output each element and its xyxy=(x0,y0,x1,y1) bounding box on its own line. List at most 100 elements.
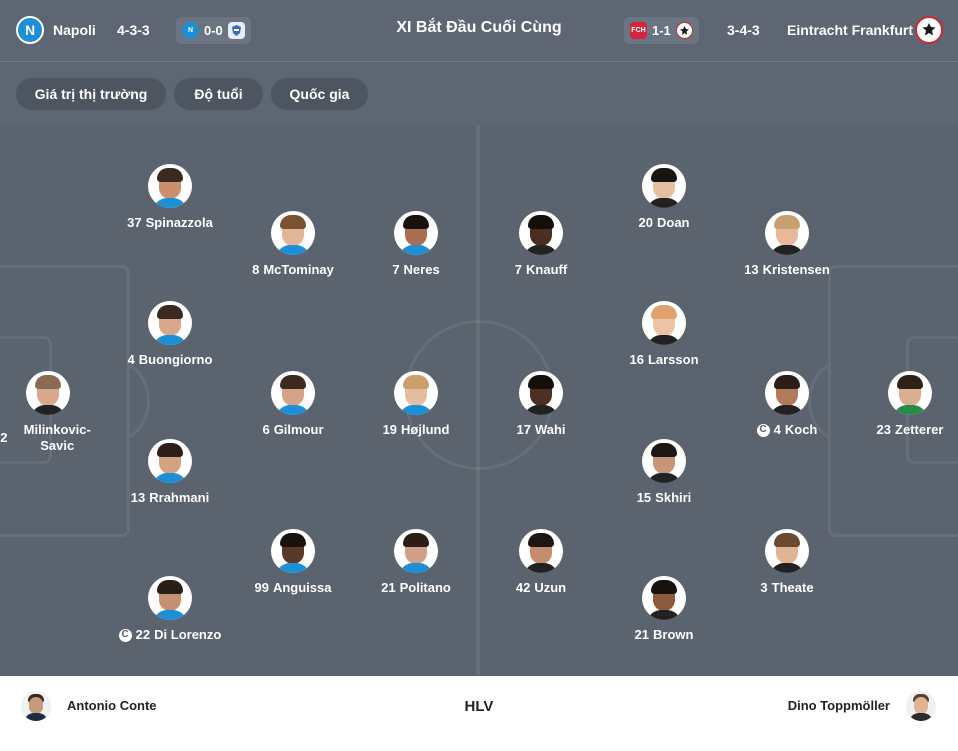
player-number: 22 xyxy=(135,627,151,642)
away-coach-name[interactable]: Dino Toppmöller xyxy=(788,698,890,713)
player-number: 7 xyxy=(514,262,523,277)
player-number: 13 xyxy=(744,262,759,277)
player-label: Larsson xyxy=(647,352,699,367)
player-label: Rrahmani xyxy=(149,490,210,505)
player-avatar[interactable] xyxy=(148,164,192,208)
player-avatar[interactable] xyxy=(148,576,192,620)
player-number: 21 xyxy=(381,580,396,595)
player-label: Koch xyxy=(784,422,818,437)
player-number: 37 xyxy=(127,215,142,230)
filter-nationality-button[interactable]: Quốc gia xyxy=(271,78,368,110)
player-avatar[interactable] xyxy=(765,371,809,415)
player-avatar[interactable] xyxy=(148,439,192,483)
frankfurt-mini-badge-icon xyxy=(675,22,693,39)
player-number: 23 xyxy=(876,422,892,437)
player-name: 13 Rrahmani xyxy=(131,490,209,506)
player-name: 99 Anguissa xyxy=(255,580,332,596)
player-avatar[interactable] xyxy=(765,211,809,255)
player-name: 7 Knauff xyxy=(515,262,567,278)
player-name: 32 Milinkovic-Savic xyxy=(0,422,103,454)
player-avatar[interactable] xyxy=(642,576,686,620)
player-name: 16 Larsson xyxy=(629,352,698,368)
away-player-5[interactable]: 16 Larsson xyxy=(589,301,739,368)
player-avatar[interactable] xyxy=(26,371,70,415)
player-avatar[interactable] xyxy=(642,301,686,345)
player-name: 3 Theate xyxy=(760,580,813,596)
player-name: 4 Buongiorno xyxy=(128,352,213,368)
away-last-score: 1-1 xyxy=(652,23,671,38)
away-last-match-chip[interactable]: FCH 1-1 xyxy=(624,17,699,44)
player-avatar[interactable] xyxy=(394,371,438,415)
player-name: 21 Politano xyxy=(381,580,451,596)
away-player-6[interactable]: 15 Skhiri xyxy=(589,439,739,506)
player-number: 16 xyxy=(629,352,644,367)
player-number: 6 xyxy=(262,422,270,437)
player-name: C 22 Di Lorenzo xyxy=(118,627,222,643)
player-label: McTominay xyxy=(263,262,334,277)
captain-icon: C xyxy=(118,628,132,642)
player-number: 4 xyxy=(127,352,135,367)
away-formation: 3-4-3 xyxy=(727,22,760,38)
player-label: Neres xyxy=(403,262,440,277)
away-player-2[interactable]: 17 Wahi xyxy=(466,371,616,438)
player-avatar[interactable] xyxy=(642,164,686,208)
player-label: Di Lorenzo xyxy=(154,627,222,642)
player-avatar[interactable] xyxy=(394,211,438,255)
frankfurt-badge-icon[interactable] xyxy=(915,16,943,44)
player-avatar[interactable] xyxy=(519,211,563,255)
lineup-header: N Napoli 4-3-3 N 0-0 XI Bắt Đầu Cuối Cùn… xyxy=(0,0,958,62)
player-number: 4 xyxy=(773,422,781,437)
player-avatar[interactable] xyxy=(519,529,563,573)
filter-age-button[interactable]: Độ tuổi xyxy=(174,78,263,110)
player-name: 6 Gilmour xyxy=(262,422,323,438)
away-player-8[interactable]: 13 Kristensen xyxy=(712,211,862,278)
player-avatar[interactable] xyxy=(271,371,315,415)
player-avatar[interactable] xyxy=(394,529,438,573)
home-player-4[interactable]: 13 Rrahmani xyxy=(95,439,245,506)
player-label: Højlund xyxy=(401,422,450,437)
player-number: 13 xyxy=(130,490,146,505)
home-player-3[interactable]: 4 Buongiorno xyxy=(95,301,245,368)
heidenheim-badge-icon: FCH xyxy=(630,22,647,39)
player-number: 15 xyxy=(636,490,652,505)
player-label: Anguissa xyxy=(272,580,332,595)
player-label: Uzun xyxy=(534,580,567,595)
player-number: 3 xyxy=(760,580,768,595)
player-avatar[interactable] xyxy=(271,529,315,573)
player-label: Theate xyxy=(771,580,814,595)
player-label: Doan xyxy=(656,215,690,230)
player-name: 37 Spinazzola xyxy=(127,215,213,231)
player-name: 20 Doan xyxy=(639,215,690,231)
player-name: 42 Uzun xyxy=(516,580,566,596)
player-number: 32 xyxy=(0,430,8,445)
player-label: Wahi xyxy=(534,422,566,437)
player-avatar[interactable] xyxy=(148,301,192,345)
player-name: 17 Wahi xyxy=(516,422,565,438)
player-avatar[interactable] xyxy=(271,211,315,255)
player-name: 7 Neres xyxy=(392,262,439,278)
away-player-10[interactable]: 3 Theate xyxy=(712,529,862,596)
player-name: 13 Kristensen xyxy=(744,262,830,278)
player-number: 21 xyxy=(634,627,649,642)
player-name: 19 Højlund xyxy=(383,422,450,438)
player-number: 19 xyxy=(382,422,398,437)
away-coach-avatar[interactable] xyxy=(906,691,936,721)
player-label: Skhiri xyxy=(655,490,692,505)
player-avatar[interactable] xyxy=(765,529,809,573)
player-name: 21 Brown xyxy=(635,627,694,643)
player-name: C 4 Koch xyxy=(756,422,818,438)
away-team-name[interactable]: Eintracht Frankfurt xyxy=(787,22,913,38)
player-avatar[interactable] xyxy=(642,439,686,483)
player-avatar[interactable] xyxy=(888,371,932,415)
player-number: 7 xyxy=(392,262,400,277)
player-label: Kristensen xyxy=(762,262,830,277)
player-number: 17 xyxy=(516,422,531,437)
away-player-11[interactable]: 23 Zetterer xyxy=(835,371,958,438)
filter-market-value-button[interactable]: Giá trị thị trường xyxy=(16,78,166,110)
player-name: 8 McTominay xyxy=(252,262,334,278)
player-number: 42 xyxy=(515,580,531,595)
captain-icon: C xyxy=(756,423,770,437)
player-label: Spinazzola xyxy=(145,215,213,230)
player-avatar[interactable] xyxy=(519,371,563,415)
player-number: 8 xyxy=(252,262,260,277)
